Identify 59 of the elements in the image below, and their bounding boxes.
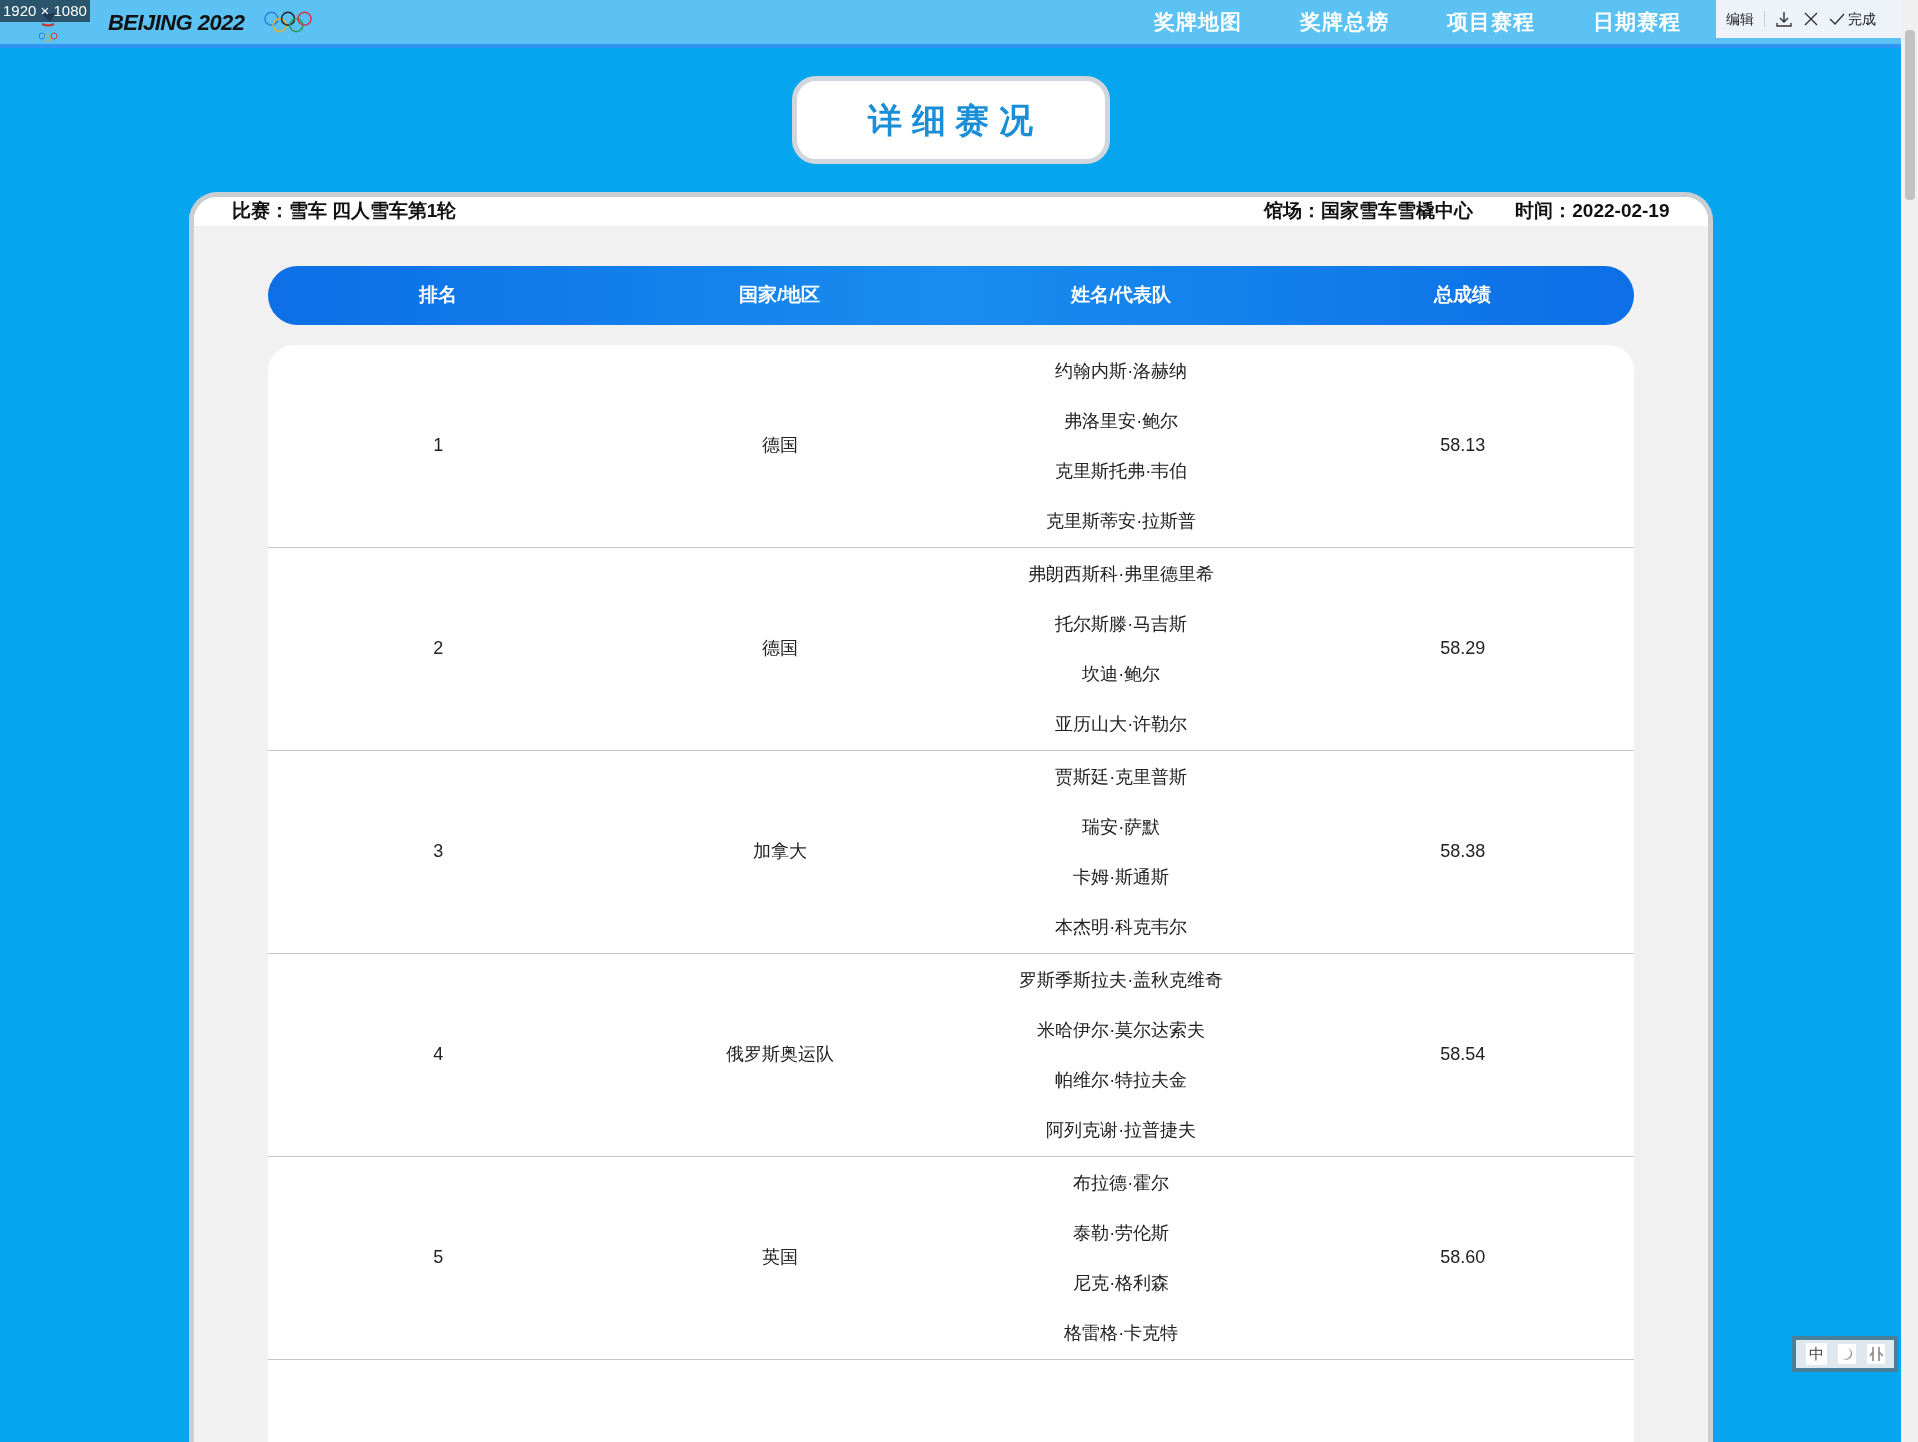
- column-header: 国家/地区: [738, 282, 822, 307]
- scrollbar-thumb[interactable]: [1904, 30, 1915, 200]
- rank-cell-text: 5: [432, 1246, 445, 1269]
- logo-text: BEIJING 2022: [108, 8, 245, 37]
- athlete-name: 本杰明·科克韦尔: [1055, 915, 1188, 939]
- event-label: 比赛：雪车 四人雪车第1轮: [231, 199, 457, 223]
- athlete-name: 阿列克谢·拉普捷夫: [1046, 1118, 1197, 1142]
- score-cell-text: 58.29: [1439, 637, 1487, 660]
- athlete-name: 弗洛里安·鲍尔: [1064, 409, 1179, 433]
- score-cell-text: 58.54: [1439, 1043, 1487, 1066]
- athlete-name: 格雷格·卡克特: [1064, 1321, 1179, 1345]
- rank-cell-text: 1: [432, 434, 445, 457]
- country-cell-text: 英国: [760, 1246, 799, 1269]
- athlete-name: 亚历山大·许勒尔: [1055, 712, 1188, 736]
- athlete-name: 贾斯廷·克里普斯: [1055, 765, 1188, 789]
- athlete-name: 弗朗西斯科·弗里德里希: [1028, 562, 1215, 586]
- edit-button[interactable]: 编辑: [1726, 8, 1754, 30]
- athlete-name: 克里斯蒂安·拉斯普: [1046, 509, 1197, 533]
- ime-mode-label[interactable]: 中: [1805, 1342, 1827, 1366]
- athlete-name: 米哈伊尔·莫尔达索夫: [1037, 1018, 1206, 1042]
- column-header: 总成绩: [1432, 282, 1493, 307]
- score-cell-text: 58.38: [1439, 840, 1487, 863]
- rank-cell-text: 3: [432, 840, 445, 863]
- punctuation-icon[interactable]: [1866, 1344, 1885, 1364]
- moon-icon[interactable]: [1837, 1344, 1856, 1364]
- athlete-name: 克里斯托弗·韦伯: [1055, 459, 1188, 483]
- olympic-rings-icon: [264, 11, 313, 33]
- check-icon: [1829, 12, 1845, 26]
- athlete-name: 泰勒·劳伦斯: [1073, 1221, 1170, 1245]
- column-header: 姓名/代表队: [1069, 282, 1173, 307]
- athlete-name: 卡姆·斯通斯: [1073, 865, 1170, 889]
- athlete-name: 瑞安·萨默: [1082, 815, 1161, 839]
- venue-label: 馆场：国家雪车雪橇中心: [1264, 199, 1474, 223]
- date-label: 时间：2022-02-19: [1515, 199, 1670, 223]
- country-cell-text: 俄罗斯奥运队: [724, 1043, 835, 1066]
- athlete-name: 托尔斯滕·马吉斯: [1055, 612, 1188, 636]
- athlete-name: 约翰内斯·洛赫纳: [1055, 359, 1188, 383]
- page-title: 详 细 赛 况: [791, 76, 1110, 164]
- close-icon[interactable]: [1803, 11, 1819, 27]
- score-cell-text: 58.13: [1439, 434, 1487, 457]
- rank-cell-text: 2: [432, 637, 445, 660]
- country-cell-text: 德国: [760, 434, 799, 457]
- column-header: 排名: [417, 282, 459, 307]
- score-cell-text: 58.60: [1439, 1246, 1487, 1269]
- nav-link[interactable]: 奖牌地图: [1154, 6, 1243, 38]
- country-cell-text: 德国: [760, 637, 799, 660]
- country-cell-text: 加拿大: [751, 840, 808, 863]
- athlete-name: 布拉德·霍尔: [1073, 1171, 1170, 1195]
- nav-link[interactable]: 奖牌总榜: [1300, 6, 1389, 38]
- download-icon[interactable]: [1775, 10, 1793, 28]
- done-button[interactable]: 完成: [1829, 8, 1876, 30]
- dimension-badge: 1920 × 1080: [0, 0, 90, 22]
- rank-cell-text: 4: [432, 1043, 445, 1066]
- athlete-name: 罗斯季斯拉夫·盖秋克维奇: [1019, 968, 1224, 992]
- athlete-name: 帕维尔·特拉夫金: [1055, 1068, 1188, 1092]
- athlete-name: 尼克·格利森: [1073, 1271, 1170, 1295]
- athlete-name: 坎迪·鲍尔: [1082, 662, 1161, 686]
- nav-link[interactable]: 日期赛程: [1592, 6, 1681, 38]
- nav-link[interactable]: 项目赛程: [1446, 6, 1535, 38]
